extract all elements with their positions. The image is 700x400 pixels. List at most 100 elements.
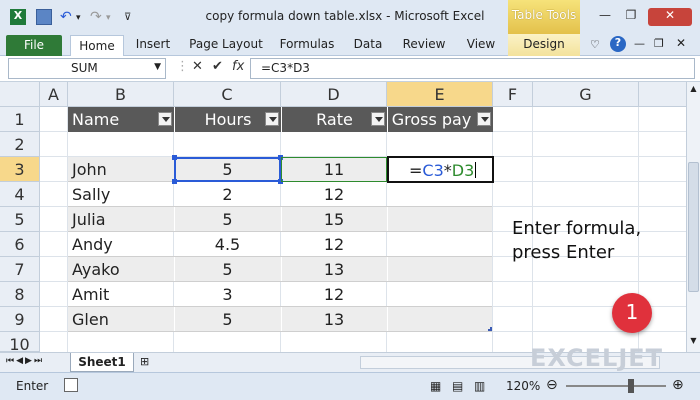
cell-c9[interactable]: 5 [174,307,281,332]
row-header-5[interactable]: 5 [0,207,40,232]
reference-handle[interactable] [172,179,177,184]
undo-icon[interactable]: ↶ [60,9,76,25]
tab-review[interactable]: Review [398,37,450,55]
insert-function-icon[interactable]: fx [232,59,244,74]
zoom-slider[interactable] [566,385,666,387]
tab-formulas[interactable]: Formulas [276,37,338,55]
row-header-6[interactable]: 6 [0,232,40,257]
workbook-close-icon[interactable]: ✕ [676,36,686,50]
sheet-nav-icons[interactable]: ⏮◀▶⏭ [6,356,44,366]
name-box[interactable]: SUM ▼ [8,58,166,79]
filter-dropdown-icon[interactable] [477,112,491,126]
cell-c4[interactable]: 2 [174,182,281,207]
cell-b5[interactable]: Julia [72,207,172,232]
cell-d4[interactable]: 12 [281,182,387,207]
page-layout-view-icon[interactable]: ▤ [452,379,463,393]
cell-c7[interactable]: 5 [174,257,281,282]
formula-ref-c3: C3 [422,161,444,180]
sheet-tab-sheet1[interactable]: Sheet1 [70,353,134,372]
cell-b6[interactable]: Andy [72,232,172,257]
zoom-slider-thumb[interactable] [628,379,634,393]
formula-bar: SUM ▼ ⋮ ✕ ✔ fx =C3*D3 [0,56,700,82]
name-box-dropdown-icon[interactable]: ▼ [154,62,161,72]
cell-d7[interactable]: 13 [281,257,387,282]
customize-qat-icon[interactable]: ⊽ [124,12,140,28]
close-icon[interactable]: ✕ [648,8,692,26]
vertical-scrollbar[interactable]: ▲ ▼ [686,82,700,352]
cell-c6[interactable]: 4.5 [174,232,281,257]
normal-view-icon[interactable]: ▦ [430,379,441,393]
row-header-2[interactable]: 2 [0,132,40,157]
window-title: copy formula down table.xlsx - Microsoft… [205,9,485,23]
column-header-h[interactable] [639,82,686,107]
cell-d9[interactable]: 13 [281,307,387,332]
tab-view[interactable]: View [460,37,502,55]
macro-record-icon[interactable] [64,378,78,392]
column-header-f[interactable]: F [493,82,533,107]
cell-c5[interactable]: 5 [174,207,281,232]
cell-d8[interactable]: 12 [281,282,387,307]
enter-check-icon[interactable]: ✔ [212,59,223,74]
filter-dropdown-icon[interactable] [371,112,385,126]
column-header-e[interactable]: E [387,82,493,107]
redo-dropdown-icon[interactable]: ▾ [106,13,122,29]
cancel-icon[interactable]: ✕ [192,59,203,74]
minimize-ribbon-icon[interactable]: ♡ [590,38,600,51]
tab-design[interactable]: Design [508,34,580,56]
save-icon[interactable] [36,9,52,25]
row-header-10[interactable]: 10 [0,332,40,354]
cell-c8[interactable]: 3 [174,282,281,307]
table-resize-handle-icon[interactable] [488,327,492,331]
workbook-minimize-icon[interactable]: — [634,37,645,50]
workbook-restore-icon[interactable]: ❐ [654,37,664,50]
row-header-7[interactable]: 7 [0,257,40,282]
active-cell-e3[interactable]: =C3*D3 [387,156,494,183]
reference-handle[interactable] [172,155,177,160]
column-header-b[interactable]: B [68,82,174,107]
cell-d6[interactable]: 12 [281,232,387,257]
zoom-in-icon[interactable]: ⊕ [672,377,684,393]
restore-icon[interactable]: ❐ [620,8,642,26]
zoom-out-icon[interactable]: ⊖ [546,377,558,393]
formula-bar-handle-icon: ⋮ [176,59,189,74]
tab-insert[interactable]: Insert [132,37,174,55]
redo-icon[interactable]: ↷ [90,9,106,25]
worksheet-grid[interactable]: A B C D E F G 1 2 3 4 5 6 7 8 9 10 Name … [0,82,686,354]
insert-sheet-icon[interactable]: ⊞ [140,355,158,369]
formula-operator: * [443,161,452,180]
name-box-value: SUM [71,61,98,75]
filter-dropdown-icon[interactable] [265,112,279,126]
row-header-9[interactable]: 9 [0,307,40,332]
column-header-g[interactable]: G [533,82,639,107]
row-header-1[interactable]: 1 [0,107,40,132]
cell-b7[interactable]: Ayako [72,257,172,282]
tab-file[interactable]: File [6,35,62,56]
zoom-level[interactable]: 120% [506,379,540,393]
tab-home[interactable]: Home [70,35,124,57]
column-header-c[interactable]: C [174,82,281,107]
tab-page-layout[interactable]: Page Layout [188,37,264,55]
cell-b3[interactable]: John [72,157,172,182]
cell-b4[interactable]: Sally [72,182,172,207]
cell-b9[interactable]: Glen [72,307,172,332]
help-icon[interactable]: ? [610,36,626,52]
scroll-up-icon[interactable]: ▲ [688,84,699,96]
annotation-line-2: press Enter [512,242,615,263]
cell-b8[interactable]: Amit [72,282,172,307]
minimize-icon[interactable]: — [594,8,616,26]
formula-input[interactable]: =C3*D3 [250,58,695,79]
row-header-3[interactable]: 3 [0,157,40,182]
tab-data[interactable]: Data [348,37,388,55]
filter-dropdown-icon[interactable] [158,112,172,126]
select-all-corner[interactable] [0,82,40,107]
row-header-8[interactable]: 8 [0,282,40,307]
scroll-down-icon[interactable]: ▼ [688,336,699,348]
column-header-d[interactable]: D [281,82,387,107]
reference-border-d3 [281,157,387,182]
scroll-thumb[interactable] [688,162,699,292]
column-header-a[interactable]: A [40,82,68,107]
row-header-4[interactable]: 4 [0,182,40,207]
table-header-label: Gross pay [391,110,472,129]
page-break-view-icon[interactable]: ▥ [474,379,485,393]
cell-d5[interactable]: 15 [281,207,387,232]
